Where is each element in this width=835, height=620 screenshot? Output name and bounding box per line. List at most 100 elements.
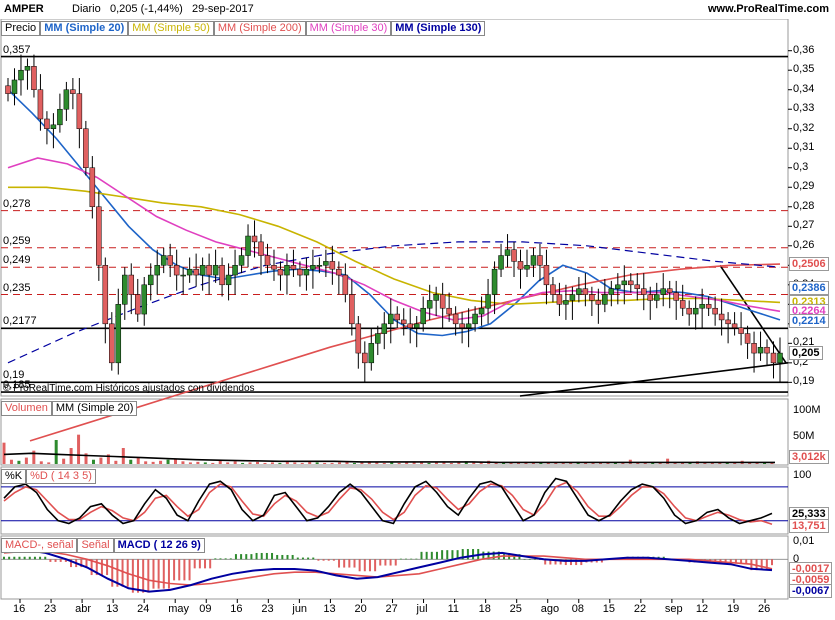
- candle-down: [264, 255, 271, 266]
- x-axis-label: may: [168, 603, 189, 615]
- price-tick-label: 0,26: [793, 238, 815, 251]
- x-axis-label: jun: [292, 603, 308, 615]
- volume-bar: [233, 461, 237, 464]
- macd-hist-bar: [435, 551, 438, 560]
- candle-down: [641, 288, 647, 295]
- volume-tick-label: 50M: [793, 430, 815, 443]
- candle-up: [238, 255, 245, 266]
- site-link[interactable]: www.ProRealTime.com: [708, 3, 829, 15]
- volume-bar: [338, 462, 342, 464]
- macd-hist-bar: [33, 556, 36, 560]
- stoch-tick-label: 100: [793, 468, 812, 481]
- price-tick-label: 0,19: [793, 375, 815, 388]
- macd-hist-bar: [441, 550, 444, 560]
- level-label: 0,259: [3, 234, 31, 247]
- legend-d[interactable]: %D ( 14 3 5): [26, 469, 96, 484]
- candle-up: [426, 300, 433, 309]
- volume-bar: [427, 462, 431, 464]
- candle-up: [147, 274, 154, 286]
- volume-bar: [293, 462, 297, 464]
- legend-k[interactable]: %K: [1, 469, 27, 484]
- macd-hist-bar: [374, 559, 377, 572]
- macd-hist-bar: [59, 559, 62, 562]
- candle-up: [323, 261, 329, 266]
- macd-hist-bar: [528, 559, 531, 560]
- last-value-tag: 0,2506: [789, 257, 829, 272]
- volume-bar: [39, 461, 43, 464]
- macd-hist-bar: [446, 550, 449, 560]
- candle-down: [37, 89, 44, 120]
- volume-bar: [203, 462, 207, 464]
- macd-hist-bar: [322, 559, 325, 561]
- macd-hist-bar: [379, 559, 382, 566]
- volume-bar: [151, 461, 155, 464]
- macd-hist-bar: [451, 550, 454, 560]
- volume-bar: [300, 462, 304, 464]
- candle-up: [491, 268, 498, 295]
- macd-hist-bar: [384, 559, 387, 566]
- timeframe-label[interactable]: Diario: [72, 3, 101, 15]
- volume-bar: [188, 462, 192, 464]
- macd-hist-bar: [111, 559, 114, 587]
- symbol-title[interactable]: AMPER: [4, 3, 44, 15]
- volume-bar: [136, 457, 140, 464]
- candle-down: [193, 268, 199, 276]
- legend-vol-sma20[interactable]: MM (Simple 20): [51, 401, 138, 416]
- legend-macd[interactable]: MACD ( 12 26 9): [113, 538, 205, 553]
- price-tick-label: 0,32: [793, 121, 815, 134]
- volume-bar: [69, 448, 73, 464]
- candle-down: [550, 284, 556, 295]
- x-axis-label: sep: [664, 603, 683, 615]
- candle-down: [290, 265, 297, 270]
- candle-down: [271, 265, 277, 270]
- volume-bar: [218, 460, 222, 464]
- candle-up: [186, 268, 193, 276]
- legend-sma130[interactable]: MM (Simple 130): [391, 21, 486, 36]
- candle-down: [173, 265, 180, 276]
- candle-up: [569, 294, 576, 301]
- x-axis-label: 26: [758, 603, 771, 615]
- candle-up: [310, 265, 316, 270]
- volume-bar: [47, 462, 51, 464]
- candle-down: [336, 268, 342, 276]
- x-axis-label: 16: [13, 603, 26, 615]
- candle-down: [452, 313, 459, 325]
- price-tick-label: 0,3: [793, 160, 809, 173]
- candle-up: [115, 304, 122, 364]
- macd-hist-bar: [394, 559, 397, 566]
- macd-signal-line: [3, 550, 773, 586]
- macd-hist-bar: [296, 557, 299, 560]
- candle-up: [621, 280, 628, 286]
- candle-up: [757, 346, 764, 354]
- macd-hist-bar: [353, 559, 356, 568]
- macd-hist-bar: [162, 559, 165, 589]
- candle-down: [109, 323, 115, 364]
- legend-sma50[interactable]: MM (Simple 50): [128, 21, 214, 36]
- macd-hist-bar: [18, 556, 21, 560]
- legend-volume[interactable]: Volumen: [1, 401, 52, 416]
- candle-up: [699, 304, 705, 309]
- macd-legend: MACD-, señal Señal MACD ( 12 26 9): [1, 538, 205, 553]
- volume-bar: [17, 460, 21, 464]
- volume-bar: [62, 458, 66, 464]
- candle-up: [420, 307, 426, 325]
- macd-hist-bar: [533, 559, 536, 560]
- x-axis-label: jul: [416, 603, 428, 615]
- candle-down: [297, 268, 303, 276]
- volume-bar: [159, 460, 163, 464]
- legend-price[interactable]: Precio: [1, 21, 41, 36]
- legend-sma200[interactable]: MM (Simple 200): [213, 21, 306, 36]
- candle-down: [355, 323, 362, 354]
- price-tick-label: 0,28: [793, 199, 815, 212]
- candle-down: [718, 313, 725, 321]
- legend-macd-hist[interactable]: MACD-, señal: [1, 538, 78, 553]
- legend-sma30[interactable]: MM (Simple 30): [305, 21, 392, 36]
- level-label: 0,185: [3, 379, 31, 392]
- last-value-tag: 0,2214: [789, 314, 829, 329]
- legend-sma20[interactable]: MM (Simple 20): [40, 21, 129, 36]
- volume-bar: [330, 462, 334, 464]
- legend-signal[interactable]: Señal: [77, 538, 114, 553]
- candle-up: [608, 288, 615, 295]
- volume-bar: [77, 434, 81, 464]
- level-label: 0,2177: [3, 315, 37, 328]
